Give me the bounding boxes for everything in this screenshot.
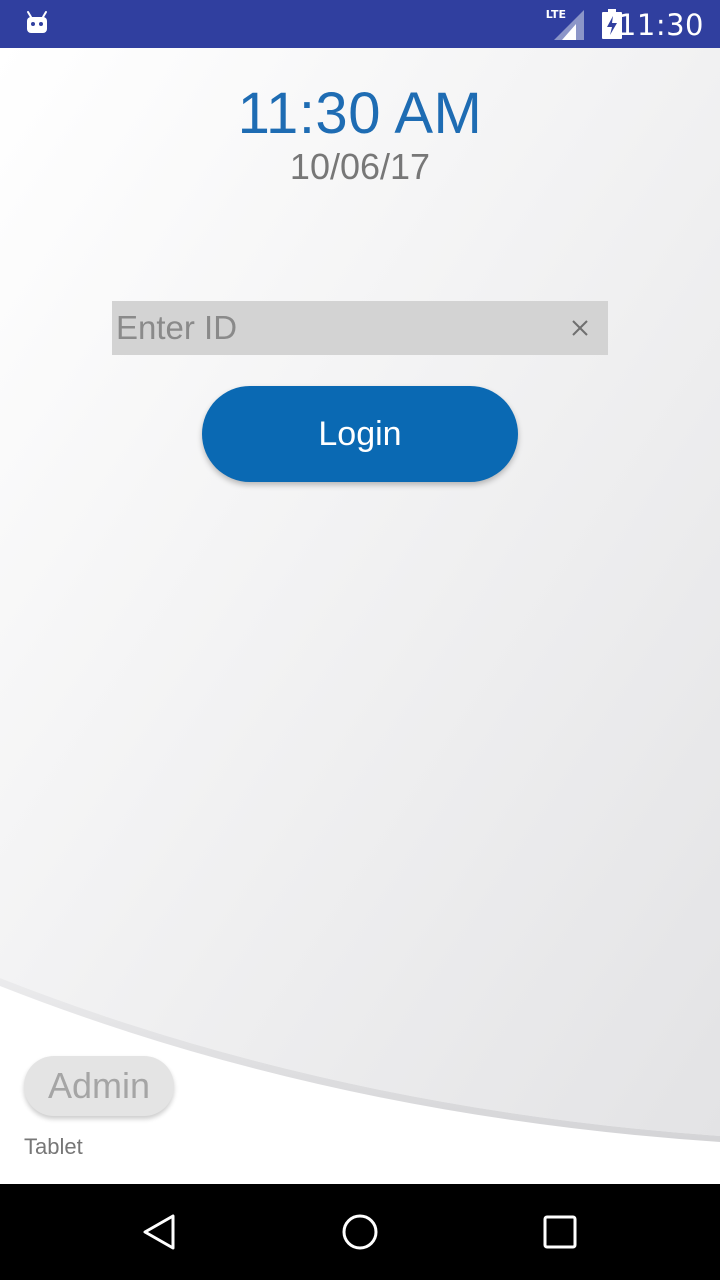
navigation-bar: [0, 1184, 720, 1280]
status-bar: LTE 11:30: [0, 0, 720, 48]
android-debug-icon: [27, 11, 47, 33]
clear-icon[interactable]: [566, 314, 594, 342]
id-input[interactable]: [112, 301, 552, 355]
current-time: 11:30 AM: [237, 81, 483, 146]
id-field-container: [112, 301, 608, 355]
login-button[interactable]: Login: [202, 386, 518, 482]
current-date: 10/06/17: [289, 146, 431, 187]
signal-icon: [554, 10, 584, 40]
status-clock: 11:30: [617, 8, 704, 42]
home-icon[interactable]: [340, 1212, 380, 1252]
login-screen: LTE 11:30 11:30 AM 10/06/17 Enter ID Log…: [0, 0, 720, 1280]
background-curve: [0, 48, 720, 1142]
recent-apps-icon[interactable]: [540, 1212, 580, 1252]
back-icon[interactable]: [140, 1212, 180, 1252]
device-type-label: Tablet: [24, 1134, 83, 1159]
admin-button[interactable]: Admin: [24, 1056, 174, 1116]
